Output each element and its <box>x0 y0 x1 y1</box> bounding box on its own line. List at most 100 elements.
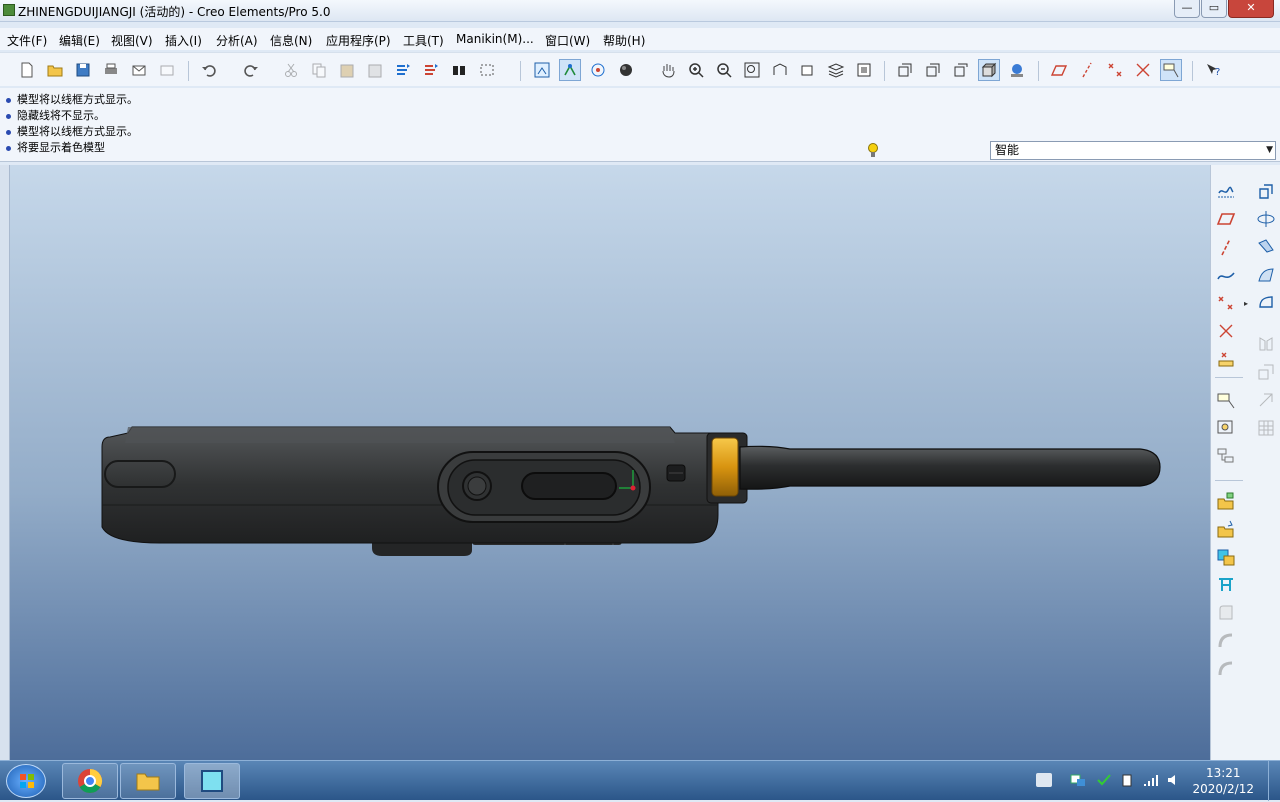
context-help-icon[interactable]: ? <box>1202 59 1224 81</box>
menu-help[interactable]: 帮助(H) <box>603 32 645 49</box>
manikin-tool-icon[interactable] <box>1214 574 1238 596</box>
chrome-taskbar-button[interactable] <box>62 763 118 799</box>
volume-icon[interactable] <box>1166 773 1182 787</box>
menu-view[interactable]: 视图(V) <box>111 32 153 49</box>
appearance-gallery-icon[interactable] <box>615 59 637 81</box>
undo-icon[interactable] <box>198 59 220 81</box>
analysis-feature-icon[interactable] <box>1214 348 1238 370</box>
plane-tool-icon[interactable] <box>1214 208 1238 230</box>
message-text: 模型将以线框方式显示。 <box>17 93 138 106</box>
round-icon[interactable] <box>1214 602 1238 624</box>
open-folder-icon[interactable] <box>44 59 66 81</box>
menu-manikin[interactable]: Manikin(M)... <box>456 32 534 46</box>
graphics-viewport[interactable] <box>10 165 1210 760</box>
shading-icon[interactable] <box>978 59 1000 81</box>
hidden-line-icon[interactable] <box>922 59 944 81</box>
menu-window[interactable]: 窗口(W) <box>545 32 590 49</box>
menu-applications[interactable]: 应用程序(P) <box>326 32 391 49</box>
reference-view-icon[interactable] <box>1214 417 1238 439</box>
merge-icon[interactable] <box>1254 361 1278 383</box>
point-tool-icon[interactable] <box>1214 292 1238 314</box>
boundary-blend-icon[interactable] <box>1254 292 1278 314</box>
pan-hand-icon[interactable] <box>657 59 679 81</box>
paste-special-icon[interactable] <box>364 59 386 81</box>
flyout-arrow-icon[interactable]: ▸ <box>1244 299 1248 308</box>
curve-tool-icon[interactable] <box>1214 264 1238 286</box>
copy-icon[interactable] <box>308 59 330 81</box>
keyboard-icon[interactable] <box>1036 773 1052 787</box>
maximize-button[interactable]: ▭ <box>1201 0 1227 18</box>
zoom-in-icon[interactable] <box>685 59 707 81</box>
signal-icon[interactable] <box>1143 773 1159 787</box>
reorient-icon[interactable] <box>769 59 791 81</box>
email-icon[interactable] <box>128 59 150 81</box>
draft-icon[interactable] <box>1214 658 1238 680</box>
datum-planes-icon[interactable] <box>1048 59 1070 81</box>
regenerate-icon[interactable] <box>392 59 414 81</box>
annotations-icon[interactable] <box>1160 59 1182 81</box>
refit-icon[interactable] <box>741 59 763 81</box>
minimize-button[interactable]: — <box>1174 0 1200 18</box>
repaint-icon[interactable] <box>531 59 553 81</box>
wireframe-icon[interactable] <box>894 59 916 81</box>
sweep-icon[interactable] <box>1254 236 1278 258</box>
extrude-icon[interactable] <box>1254 180 1278 202</box>
menu-info[interactable]: 信息(N) <box>270 32 312 49</box>
sketch-tool-icon[interactable] <box>1214 180 1238 202</box>
clock-time: 13:21 <box>1205 766 1241 780</box>
assemble-component-icon[interactable] <box>1214 490 1238 512</box>
regenerate-manager-icon[interactable] <box>420 59 442 81</box>
trim-icon[interactable] <box>1254 389 1278 411</box>
menu-tools[interactable]: 工具(T) <box>403 32 444 49</box>
start-button[interactable] <box>6 764 46 798</box>
datum-axes-icon[interactable] <box>1076 59 1098 81</box>
component-tree-icon[interactable] <box>1214 445 1238 467</box>
save-icon[interactable] <box>72 59 94 81</box>
package-component-icon[interactable] <box>1214 546 1238 568</box>
blend-icon[interactable] <box>1254 264 1278 286</box>
menu-analysis[interactable]: 分析(A) <box>216 32 258 49</box>
menu-file[interactable]: 文件(F) <box>7 32 47 49</box>
zoom-out-icon[interactable] <box>713 59 735 81</box>
pattern-icon[interactable] <box>1254 417 1278 439</box>
creo-taskbar-button[interactable] <box>184 763 240 799</box>
mirror-icon[interactable] <box>1254 333 1278 355</box>
print-icon[interactable] <box>100 59 122 81</box>
csys-tool-icon[interactable] <box>1214 320 1238 342</box>
explorer-taskbar-button[interactable] <box>120 763 176 799</box>
paste-icon[interactable] <box>336 59 358 81</box>
revolve-icon[interactable] <box>1254 208 1278 230</box>
cut-icon[interactable] <box>280 59 302 81</box>
chamfer-icon[interactable] <box>1214 630 1238 652</box>
redo-icon[interactable] <box>240 59 262 81</box>
status-lightbulb-icon[interactable] <box>866 142 880 160</box>
menu-edit[interactable]: 编辑(E) <box>59 32 100 49</box>
view-manager-icon[interactable] <box>853 59 875 81</box>
annotation-feature-icon[interactable] <box>1214 389 1238 411</box>
saved-views-icon[interactable] <box>797 59 819 81</box>
no-hidden-icon[interactable] <box>950 59 972 81</box>
viewport-left-splitter[interactable] <box>0 165 10 760</box>
device-icon[interactable] <box>1120 773 1136 787</box>
network-share-icon[interactable] <box>1070 773 1086 787</box>
spin-center-icon[interactable] <box>559 59 581 81</box>
find-icon[interactable] <box>448 59 470 81</box>
message-text: 将要显示着色模型 <box>17 141 105 154</box>
system-clock[interactable]: 13:21 2020/2/12 <box>1192 765 1254 797</box>
axis-tool-icon[interactable] <box>1214 236 1238 258</box>
menu-insert[interactable]: 插入(I) <box>165 32 202 49</box>
model-render[interactable] <box>10 165 1210 760</box>
orient-mode-icon[interactable] <box>587 59 609 81</box>
show-desktop-button[interactable] <box>1268 761 1280 801</box>
select-box-icon[interactable] <box>476 59 498 81</box>
create-component-icon[interactable] <box>1214 518 1238 540</box>
email-link-icon[interactable] <box>156 59 178 81</box>
coordinate-systems-icon[interactable] <box>1132 59 1154 81</box>
selection-filter-dropdown[interactable]: 智能 ▼ <box>990 141 1276 160</box>
new-file-icon[interactable] <box>16 59 38 81</box>
datum-points-icon[interactable] <box>1104 59 1126 81</box>
layers-icon[interactable] <box>825 59 847 81</box>
security-check-icon[interactable] <box>1096 773 1112 787</box>
enhanced-realism-icon[interactable] <box>1006 59 1028 81</box>
close-button[interactable]: ✕ <box>1228 0 1274 18</box>
